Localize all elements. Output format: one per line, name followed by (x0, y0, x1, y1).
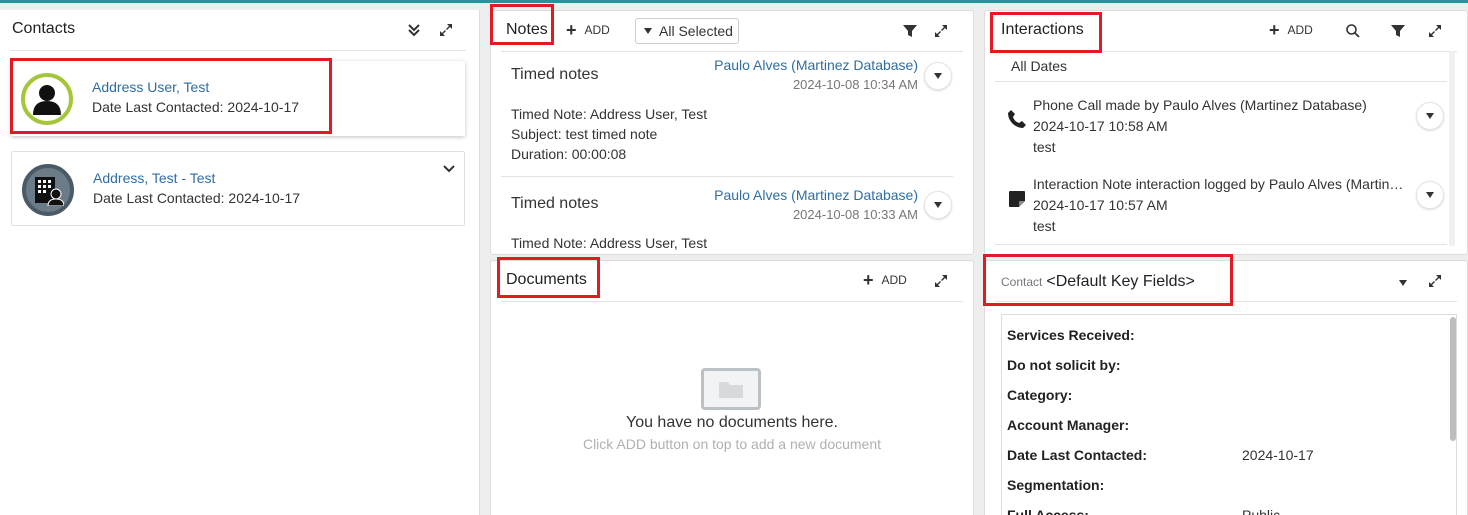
filter-icon[interactable] (1388, 21, 1408, 41)
contact-card[interactable]: Address User, Test Date Last Contacted: … (11, 61, 465, 136)
interaction-menu-button[interactable] (1416, 181, 1444, 209)
documents-empty-title: You have no documents here. (625, 414, 838, 431)
note-type: Timed notes (511, 195, 599, 212)
dropdown-arrow-icon (1426, 113, 1434, 119)
note-author-link[interactable]: Paulo Alves (Martinez Database) (714, 57, 918, 73)
key-fields-scrollbar-thumb[interactable] (1450, 317, 1456, 441)
interactions-title: Interactions (1001, 21, 1084, 38)
note-divider (501, 176, 953, 177)
plus-icon: + (1269, 20, 1280, 40)
interactions-header-divider (995, 51, 1457, 52)
filter-icon[interactable] (900, 21, 920, 41)
interaction-timestamp: 2024-10-17 10:57 AM (1033, 197, 1168, 213)
contact-name-link[interactable]: Address User, Test (92, 79, 209, 95)
field-value: 2024-10-17 (1242, 447, 1314, 463)
key-fields-header-divider (995, 301, 1457, 302)
key-fields-dropdown-icon[interactable] (1393, 273, 1413, 293)
avatar (22, 164, 74, 216)
interactions-scrollbar[interactable] (1449, 51, 1455, 246)
dropdown-arrow-icon (934, 73, 942, 79)
contacts-panel: Contacts Address User, Test Date Last Co… (0, 10, 480, 515)
plus-icon: + (863, 270, 874, 290)
person-icon (33, 85, 61, 115)
contacts-title: Contacts (12, 20, 76, 37)
dropdown-arrow-icon (934, 202, 942, 208)
key-fields-box: Services Received: Do not solicit by: Ca… (1001, 314, 1457, 515)
interaction-note: test (1033, 218, 1056, 234)
interaction-menu-button[interactable] (1416, 102, 1444, 130)
interaction-title: Interaction Note interaction logged by P… (1033, 176, 1411, 192)
interactions-filter-divider (995, 81, 1447, 82)
collapse-all-icon[interactable] (404, 20, 424, 40)
interaction-title: Phone Call made by Paulo Alves (Martinez… (1033, 97, 1367, 113)
expand-icon[interactable] (931, 21, 951, 41)
expand-icon[interactable] (1425, 21, 1445, 41)
key-fields-title: <Default Key Fields> (1046, 273, 1195, 290)
note-line: Subject: test timed note (511, 126, 658, 142)
note-line: Duration: 00:00:08 (511, 146, 627, 162)
interactions-panel: Interactions + ADD All Dates Phone Call m… (984, 10, 1468, 255)
field-label: Do not solicit by: (1007, 357, 1121, 373)
plus-icon: + (566, 20, 577, 40)
building-icon (35, 177, 64, 206)
documents-panel: Documents + ADD You have no documents her… (490, 260, 974, 515)
notes-add-button[interactable]: + ADD (566, 21, 610, 39)
note-timestamp: 2024-10-08 10:34 AM (792, 77, 918, 92)
field-label: Segmentation: (1007, 477, 1105, 493)
documents-add-button[interactable]: + ADD (863, 271, 907, 289)
note-icon (1005, 187, 1029, 211)
expand-icon[interactable] (931, 271, 951, 291)
chevron-down-icon[interactable] (440, 160, 458, 178)
expand-icon[interactable] (1425, 271, 1445, 291)
note-line: Timed Note: Address User, Test (511, 106, 708, 122)
search-icon[interactable] (1343, 21, 1363, 41)
interaction-note: test (1033, 139, 1056, 155)
key-fields-header: Contact <Default Key Fields> (1001, 273, 1195, 291)
folder-icon (701, 368, 761, 410)
interactions-add-button[interactable]: + ADD (1269, 21, 1313, 39)
documents-empty-hint: Click ADD button on top to add a new doc… (582, 436, 882, 452)
contact-date: Date Last Contacted: 2024-10-17 (92, 99, 300, 115)
field-label: Account Manager: (1007, 417, 1130, 433)
documents-header-divider (501, 301, 963, 302)
phone-icon (1005, 107, 1029, 131)
note-timestamp: 2024-10-08 10:33 AM (792, 207, 918, 222)
contact-date: Date Last Contacted: 2024-10-17 (93, 190, 301, 206)
notes-header-divider (501, 51, 963, 52)
field-label: Category: (1007, 387, 1073, 403)
contact-name-link[interactable]: Address, Test - Test (93, 170, 215, 186)
note-menu-button[interactable] (924, 62, 952, 90)
note-menu-button[interactable] (924, 191, 952, 219)
interactions-bottom-divider (995, 244, 1447, 245)
key-fields-prefix: Contact (1001, 275, 1043, 289)
interactions-date-filter[interactable]: All Dates (1011, 58, 1067, 74)
top-accent-bar (0, 0, 1468, 3)
documents-title: Documents (506, 271, 587, 288)
field-label: Date Last Contacted: (1007, 447, 1148, 463)
expand-icon[interactable] (436, 20, 456, 40)
contact-card[interactable]: Address, Test - Test Date Last Contacted… (11, 151, 465, 226)
note-line: Timed Note: Address User, Test (511, 235, 708, 251)
note-author-link[interactable]: Paulo Alves (Martinez Database) (714, 187, 918, 203)
note-type: Timed notes (511, 66, 599, 83)
notes-title: Notes (506, 21, 548, 38)
notes-filter-value: All Selected (659, 23, 733, 39)
field-label: Full Access: (1007, 507, 1089, 515)
notes-filter-select[interactable]: All Selected (635, 18, 739, 44)
avatar (21, 73, 73, 125)
notes-panel: Notes + ADD All Selected Timed notes Paul… (490, 10, 974, 255)
dropdown-arrow-icon (644, 28, 652, 34)
dropdown-arrow-icon (1426, 192, 1434, 198)
field-value: Public (1242, 507, 1281, 515)
field-label: Services Received: (1007, 327, 1135, 343)
key-fields-panel: Contact <Default Key Fields> Services Re… (984, 260, 1468, 515)
interaction-timestamp: 2024-10-17 10:58 AM (1033, 118, 1168, 134)
contacts-header-divider (10, 50, 466, 51)
